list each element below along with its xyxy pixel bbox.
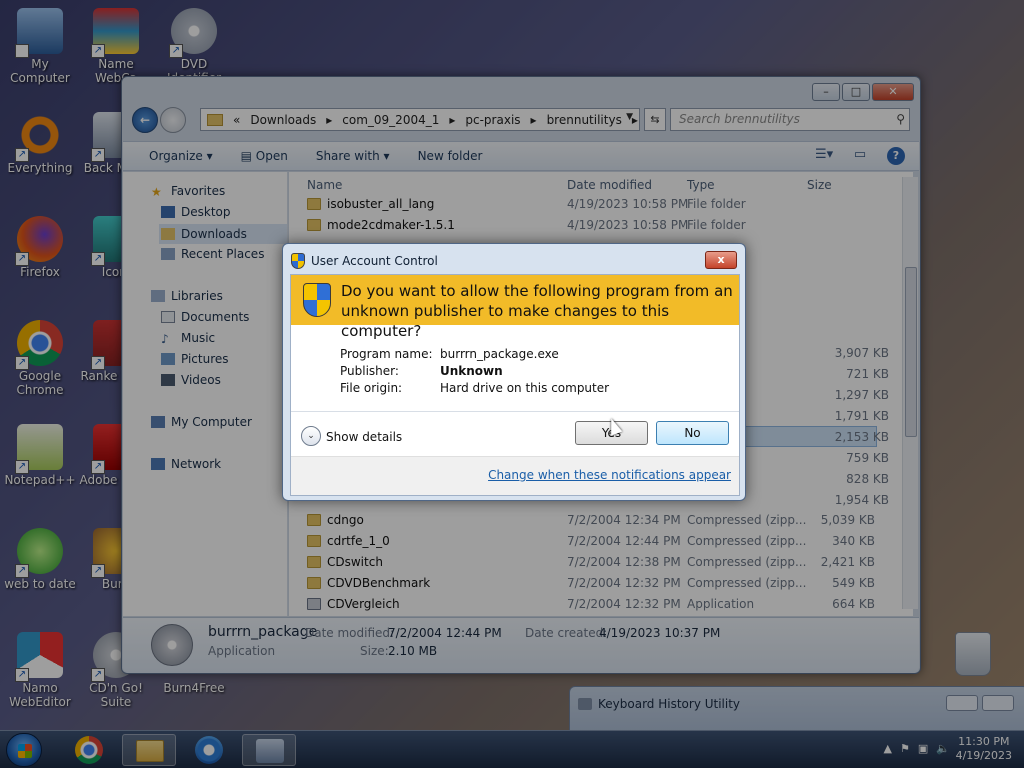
- chevron-down-icon[interactable]: ⌄: [301, 426, 321, 446]
- uac-title: User Account Control: [311, 254, 438, 268]
- uac-shield-icon: [291, 253, 305, 269]
- divider: [291, 411, 739, 412]
- uac-warning-banner: Do you want to allow the following progr…: [291, 275, 739, 340]
- program-name-value: burrrn_package.exe: [440, 347, 559, 361]
- file-origin-label: File origin:: [340, 381, 403, 395]
- uac-footer: Change when these notifications appear: [291, 456, 739, 495]
- uac-dialog: User Account Control x Do you want to al…: [282, 243, 746, 501]
- no-button[interactable]: No: [656, 421, 729, 445]
- close-button[interactable]: x: [705, 251, 737, 269]
- file-origin-value: Hard drive on this computer: [440, 381, 610, 395]
- show-details-button[interactable]: Show details: [326, 430, 402, 444]
- publisher-value: Unknown: [440, 364, 503, 378]
- publisher-label: Publisher:: [340, 364, 399, 378]
- uac-question: Do you want to allow the following progr…: [341, 282, 733, 340]
- program-name-label: Program name:: [340, 347, 433, 361]
- warning-shield-icon: [303, 283, 331, 317]
- change-notification-settings-link[interactable]: Change when these notifications appear: [488, 468, 731, 482]
- uac-content: Do you want to allow the following progr…: [290, 274, 740, 496]
